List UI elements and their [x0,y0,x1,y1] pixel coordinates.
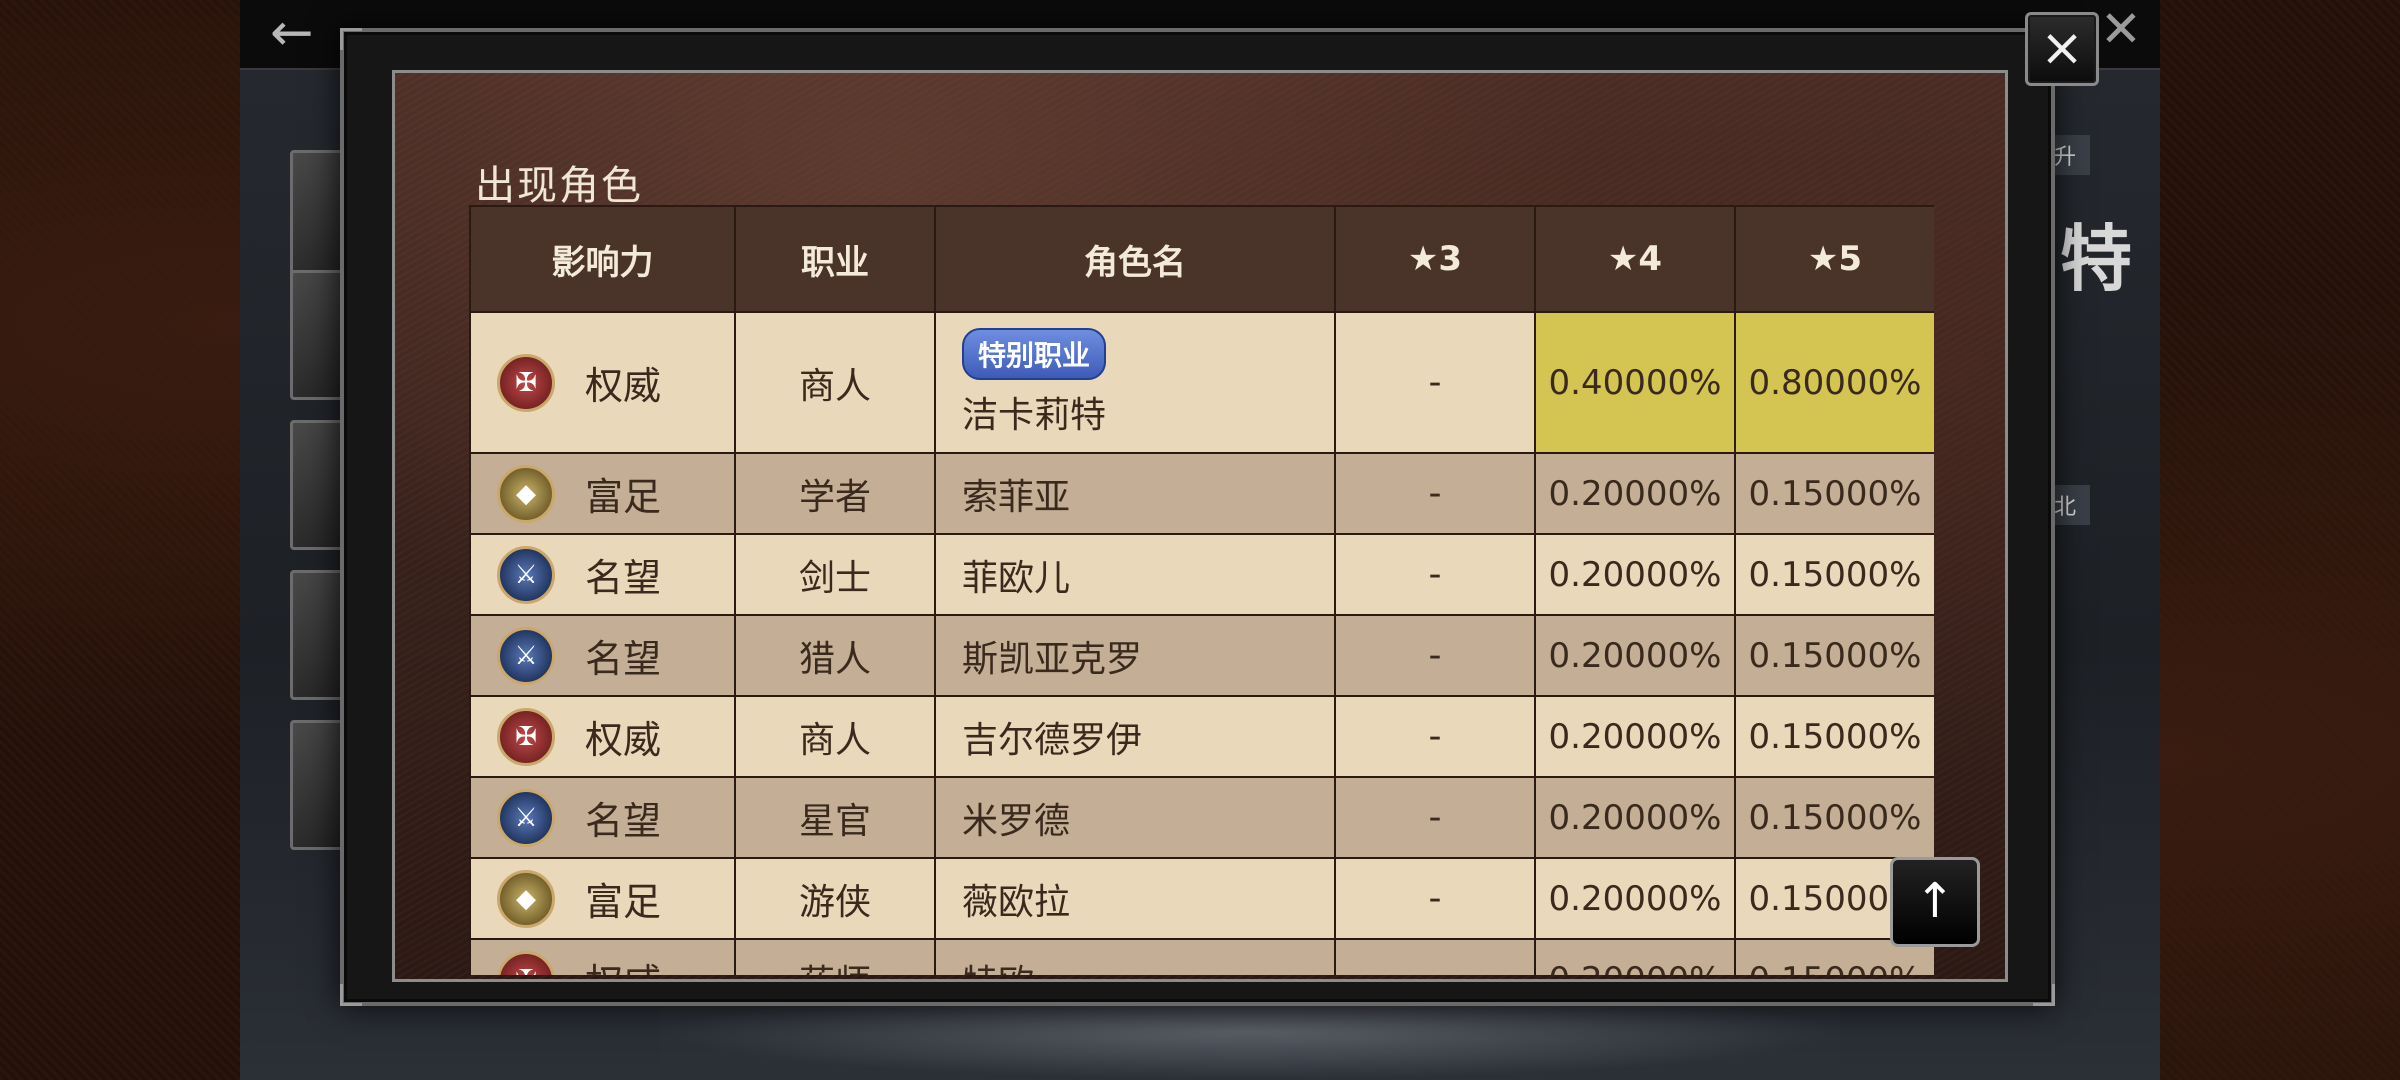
header-job: 职业 [734,205,936,313]
character-name: 吉尔德罗伊 [934,695,1336,778]
wealth-icon: ◆ [497,464,555,523]
fame-icon: ⚔ [497,788,555,847]
influence-label: 富足 [585,880,662,924]
star3-cell: - [1334,311,1536,454]
character-name: 薇欧拉 [934,857,1336,940]
frame-corner [2033,984,2055,1006]
star3-cell [1334,938,1536,975]
influence-label: 名望 [585,637,662,681]
star3-cell: - [1334,452,1536,535]
special-job-badge: 特别职业 [962,327,1107,380]
star3-cell: - [1334,776,1536,859]
header-name: 角色名 [934,205,1336,313]
table-row: ◆ 富足 游侠 薇欧拉 - 0.20000% 0.15000% [469,857,1934,940]
table-row: ◆ 富足 学者 索菲亚 - 0.20000% 0.15000% [469,452,1934,535]
close-icon: × [2040,18,2084,78]
scroll-to-top-button[interactable]: ↑ [1890,857,1980,947]
influence-label: 富足 [585,475,662,519]
influence-label: 名望 [585,556,662,600]
star4-cell: 0.20000% [1534,857,1736,940]
star3-cell: - [1334,533,1536,616]
authority-icon: ✠ [497,707,555,766]
influence-label: 权威 [585,952,661,975]
star5-cell: 0.80000% [1734,311,1934,454]
influence-label: 权威 [585,364,662,408]
star3-cell: - [1334,614,1536,697]
fame-icon: ⚔ [497,545,555,604]
job-cell: 学者 [734,452,936,535]
back-arrow-icon: ← [270,3,314,63]
star5-cell: 0.15000% [1734,533,1934,616]
background-decoration [660,1000,1840,1080]
table-row: ✠权威 药师 特欧 0.20000% 0.15000% [469,938,1934,975]
job-cell: 商人 [734,311,936,454]
close-button[interactable]: × [2025,12,2099,86]
job-cell: 星官 [734,776,936,859]
table-row: ✠ 权威 商人 特别职业洁卡莉特 - 0.40000% 0.80000% [469,311,1934,454]
star5-cell: 0.15000% [1734,614,1934,697]
frame-corner [340,984,362,1006]
character-name: 洁卡莉特 [962,394,1107,436]
job-cell: 剑士 [734,533,936,616]
authority-icon: ✠ [497,353,555,412]
background-close-icon: ✕ [2100,0,2142,58]
authority-icon: ✠ [497,950,555,975]
star4-cell: 0.20000% [1534,533,1736,616]
star5-cell: 0.15000% [1734,452,1934,535]
table-row: ⚔ 名望 猎人 斯凯亚克罗 - 0.20000% 0.15000% [469,614,1934,697]
arrow-up-icon: ↑ [1914,873,1956,929]
job-cell: 药师 [734,938,936,975]
header-star3: ★3 [1334,205,1536,313]
influence-label: 名望 [585,799,662,843]
star4-cell: 0.20000% [1534,452,1736,535]
star4-cell: 0.20000% [1534,776,1736,859]
character-name: 斯凯亚克罗 [934,614,1336,697]
character-name: 特欧 [934,938,1336,975]
influence-label: 权威 [585,718,662,762]
star5-cell: 0.15000% [1734,695,1934,778]
job-cell: 商人 [734,695,936,778]
dialog-title: 出现角色 [475,163,643,209]
star4-cell: 0.20000% [1534,938,1736,975]
character-name: 索菲亚 [934,452,1336,535]
background-big-char: 特 [2060,217,2133,301]
star5-cell: 0.15000% [1734,776,1934,859]
table-row: ✠ 权威 商人 吉尔德罗伊 - 0.20000% 0.15000% [469,695,1934,778]
header-influence: 影响力 [469,205,736,313]
job-cell: 游侠 [734,857,936,940]
fame-icon: ⚔ [497,626,555,685]
character-table-container[interactable]: 影响力 职业 角色名 ★3 ★4 ★5 ✠ 权威 商人 特别职业洁卡莉特 - 0.… [469,205,1934,975]
table-header-row: 影响力 职业 角色名 ★3 ★4 ★5 [469,205,1934,313]
job-cell: 猎人 [734,614,936,697]
star3-cell: - [1334,695,1536,778]
frame-corner [340,28,362,50]
table-row: ⚔ 名望 星官 米罗德 - 0.20000% 0.15000% [469,776,1934,859]
character-name: 米罗德 [934,776,1336,859]
wealth-icon: ◆ [497,869,555,928]
star4-cell: 0.40000% [1534,311,1736,454]
header-star4: ★4 [1534,205,1736,313]
star4-cell: 0.20000% [1534,614,1736,697]
star4-cell: 0.20000% [1534,695,1736,778]
header-star5: ★5 [1734,205,1934,313]
character-name: 菲欧儿 [934,533,1336,616]
character-table: 影响力 职业 角色名 ★3 ★4 ★5 ✠ 权威 商人 特别职业洁卡莉特 - 0.… [469,205,1934,975]
star3-cell: - [1334,857,1536,940]
table-row: ⚔ 名望 剑士 菲欧儿 - 0.20000% 0.15000% [469,533,1934,616]
